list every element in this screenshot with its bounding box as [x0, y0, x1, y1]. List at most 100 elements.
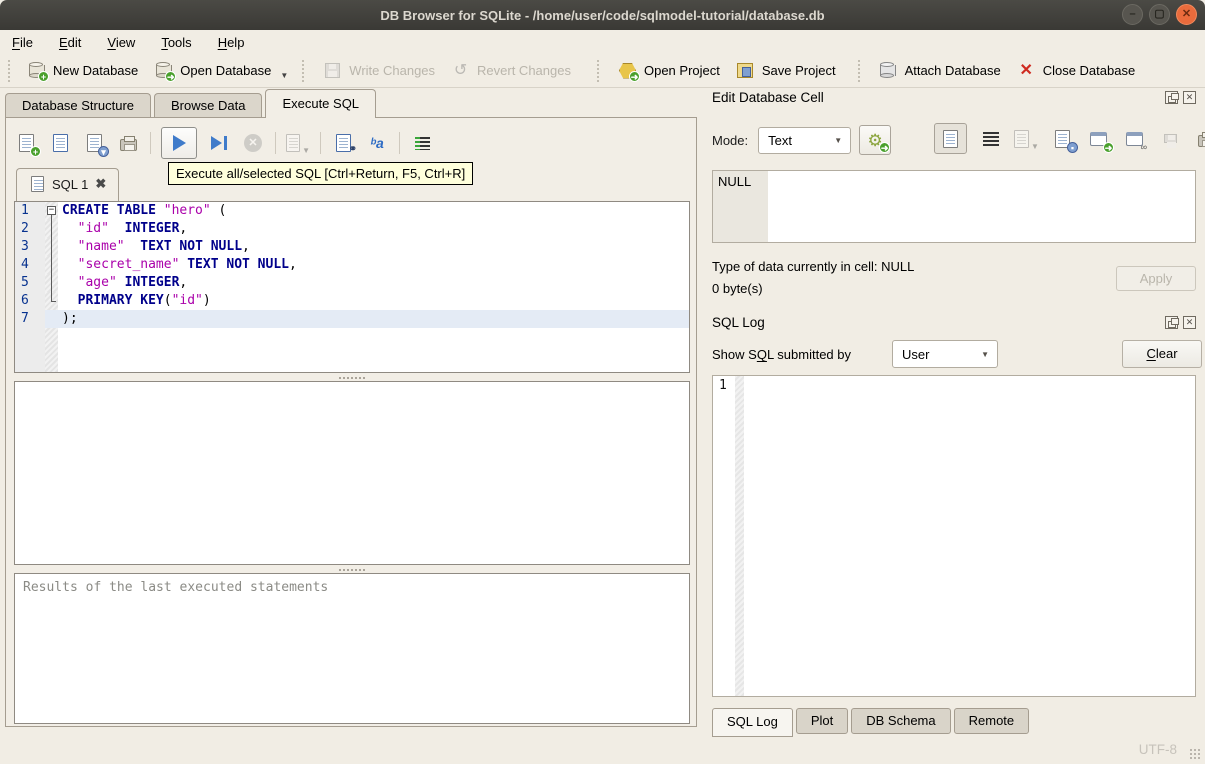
autocomplete-icon[interactable]: ᵇa [365, 131, 389, 155]
close-database-icon: ✕ [1019, 61, 1033, 79]
fold-toggle-icon[interactable]: − [45, 202, 58, 220]
save-sql-file-icon[interactable]: ▾ [82, 131, 109, 157]
clear-log-button[interactable]: Clear [1122, 340, 1202, 368]
statusbar: UTF-8 [0, 730, 1205, 764]
sql-toolbar-separator [399, 132, 400, 154]
save-project-button[interactable]: Save Project [728, 57, 844, 84]
log-filter-select[interactable]: User ▼ [892, 340, 998, 368]
menu-edit[interactable]: Edit [59, 35, 81, 50]
open-sql-file-icon[interactable] [48, 131, 72, 155]
code-line[interactable]: 4 "secret_name" TEXT NOT NULL, [15, 256, 689, 274]
resize-grip-icon[interactable] [1189, 748, 1201, 760]
close-panel-icon[interactable]: ✕ [1183, 316, 1196, 329]
float-panel-icon[interactable] [1165, 316, 1179, 329]
execute-line-icon[interactable] [207, 131, 231, 155]
sql-editor[interactable]: 1− CREATE TABLE "hero" (2 "id" INTEGER, 3 … [14, 201, 690, 373]
menu-file[interactable]: File [12, 35, 33, 50]
minimize-button[interactable]: – [1122, 4, 1143, 25]
code-text: "secret_name" TEXT NOT NULL, [77, 257, 297, 272]
attach-database-icon [879, 61, 898, 80]
edit-pane-secondary[interactable] [14, 381, 690, 565]
sql-tab-close-icon[interactable]: ✖ [95, 176, 106, 192]
apply-settings-button[interactable]: ⚙ ➜ [859, 125, 892, 155]
tab-browse-data[interactable]: Browse Data [154, 93, 263, 118]
sql-log-title: SQL Log [712, 315, 765, 330]
code-line[interactable]: 6 PRIMARY KEY("id") [15, 292, 689, 310]
line-number: 2 [15, 220, 45, 238]
close-database-button[interactable]: ✕ Close Database [1009, 57, 1144, 84]
edit-cell-header: Edit Database Cell ✕ [712, 90, 1196, 105]
attach-database-button[interactable]: Attach Database [871, 57, 1009, 84]
window-title: DB Browser for SQLite - /home/user/code/… [380, 7, 825, 23]
save-project-icon [736, 61, 755, 80]
print-sql-icon[interactable] [116, 131, 140, 155]
text-mode-icon[interactable] [934, 123, 967, 154]
log-fold-margin [735, 376, 744, 696]
close-panel-icon[interactable]: ✕ [1183, 91, 1196, 104]
toolbar-separator [302, 59, 309, 82]
mode-select[interactable]: Text ▼ [758, 126, 852, 154]
code-line[interactable]: 1− CREATE TABLE "hero" ( [15, 202, 689, 220]
maximize-button[interactable]: ▢ [1149, 4, 1170, 25]
menu-help[interactable]: Help [218, 35, 245, 50]
titlebar[interactable]: DB Browser for SQLite - /home/user/code/… [0, 0, 1205, 30]
toolbar-separator [596, 59, 604, 82]
open-database-button[interactable]: ➜ Open Database ▼ [146, 57, 296, 84]
cell-type-text: Type of data currently in cell: NULL [712, 259, 915, 274]
code-text: "age" INTEGER, [77, 275, 188, 290]
format-sql-icon[interactable] [410, 131, 434, 155]
sql-log-area[interactable]: 1 [712, 375, 1196, 697]
sql-toolbar-separator [275, 132, 276, 154]
apply-button[interactable]: Apply [1116, 266, 1196, 291]
cell-type-info: Type of data currently in cell: NULL 0 b… [712, 256, 914, 300]
code-line[interactable]: 3 "name" TEXT NOT NULL, [15, 238, 689, 256]
cell-value: NULL [713, 171, 768, 242]
tab-execute-sql[interactable]: Execute SQL [265, 89, 377, 118]
database-plus-icon: + [27, 61, 49, 82]
execute-tooltip: Execute all/selected SQL [Ctrl+Return, F… [168, 162, 474, 185]
new-database-button[interactable]: + New Database [19, 57, 146, 84]
open-project-button[interactable]: ➜ Open Project [610, 57, 728, 84]
sql-toolbar-separator [320, 132, 321, 154]
export-cell-icon[interactable]: ➜ [1086, 126, 1114, 153]
save-cell-icon[interactable]: ▼ [1014, 126, 1039, 151]
save-results-icon[interactable]: ▼ [286, 131, 310, 155]
code-line[interactable]: 2 "id" INTEGER, [15, 220, 689, 238]
line-number: 5 [15, 274, 45, 292]
cell-size-text: 0 byte(s) [712, 281, 763, 296]
right-panel: Edit Database Cell ✕ Mode: Text ▼ ⚙ ➜ ▼ … [706, 90, 1205, 740]
log-filter-value: User [902, 346, 930, 362]
editor-filler [15, 328, 689, 372]
line-number: 4 [15, 256, 45, 274]
toolbar-drag-handle[interactable] [8, 59, 15, 82]
menu-view[interactable]: View [107, 35, 135, 50]
import-cell-icon[interactable]: ▪ [1050, 126, 1078, 153]
open-database-dropdown-icon[interactable]: ▼ [280, 71, 288, 80]
menu-tools[interactable]: Tools [161, 35, 191, 50]
float-panel-icon[interactable] [1165, 91, 1179, 104]
copy-link-icon[interactable]: ∞ [1122, 126, 1147, 152]
line-number: 7 [15, 310, 45, 328]
revert-changes-button[interactable]: ↺ Revert Changes [443, 57, 579, 84]
set-null-icon[interactable] [1158, 126, 1183, 151]
tab-database-structure[interactable]: Database Structure [5, 93, 152, 118]
find-in-sql-icon[interactable]: ⚭ [331, 131, 357, 155]
new-sql-tab-icon[interactable]: + [14, 131, 41, 157]
code-line[interactable]: 5 "age" INTEGER, [15, 274, 689, 292]
sql-editor-tab[interactable]: SQL 1 ✖ [16, 168, 120, 201]
write-changes-icon [323, 61, 342, 80]
sql-editor-lines: 1− CREATE TABLE "hero" (2 "id" INTEGER, 3 … [15, 202, 689, 328]
execute-all-icon[interactable] [161, 127, 197, 159]
stop-icon[interactable]: ✕ [241, 131, 265, 155]
code-line[interactable]: 7); [15, 310, 689, 328]
cell-editor[interactable]: NULL [712, 170, 1196, 243]
app-window: DB Browser for SQLite - /home/user/code/… [0, 0, 1205, 764]
execute-sql-panel: + ▾ ✕ ▼ ⚭ ᵇa SQL 1 ✖ 1 − CREATE TABLE "h… [5, 117, 697, 727]
word-wrap-icon[interactable] [978, 126, 1003, 151]
write-changes-button[interactable]: Write Changes [315, 57, 443, 84]
print-cell-icon[interactable] [1194, 126, 1205, 151]
results-pane[interactable]: Results of the last executed statements [14, 573, 690, 724]
close-button[interactable]: ✕ [1176, 4, 1197, 25]
fold-margin [45, 274, 58, 292]
line-number: 3 [15, 238, 45, 256]
